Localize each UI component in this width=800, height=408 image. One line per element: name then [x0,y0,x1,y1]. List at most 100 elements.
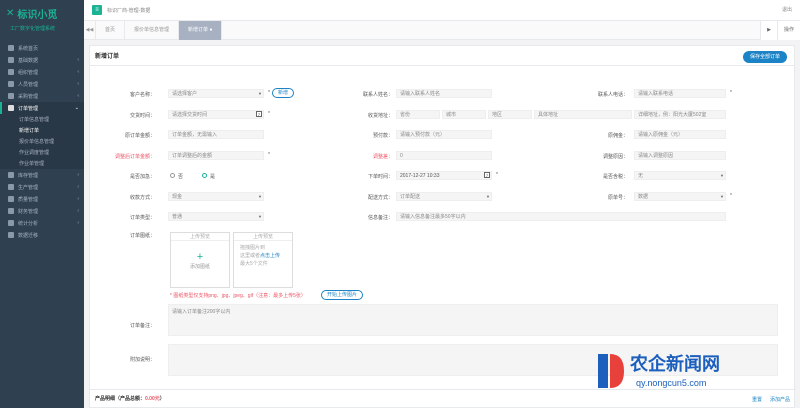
caret-down-icon: ▼ [720,173,724,178]
upload-dropzone[interactable]: 上传预览 拖拽图片到 这里或者点击上传 最大5个文件 [233,232,293,288]
payment-label: 收款方式： [129,195,155,201]
tab-home[interactable]: 首页 [96,20,126,40]
district-select[interactable]: 地区 [488,110,532,119]
database-icon [8,232,14,238]
save-all-button[interactable]: 保存全部订单 [742,51,787,63]
province-select[interactable]: 省份 [396,110,440,119]
delivery-label: 交货时间： [129,113,155,119]
cost-label: 原佣金： [607,133,628,139]
customer-select[interactable]: 请选择客户 [168,89,264,98]
tab-quote[interactable]: 报价单信息管理 [125,20,180,40]
chevron-icon: ‹ [77,57,79,63]
subitem-job[interactable]: 作业单管理 [0,158,84,169]
start-upload-button[interactable]: 开始上传图片 [321,290,364,300]
tax-label: 是否含税： [602,174,628,180]
add-customer-button[interactable]: 新增 [272,88,295,98]
sidebar-item-stock[interactable]: 库存管理 ‹ [0,169,84,181]
calendar-icon[interactable]: 7 [484,172,490,178]
sidebar-item-production[interactable]: 生产管理 ‹ [0,181,84,193]
upload-head: 上传预览 [171,233,229,241]
diff-label: 调整差： [372,154,393,160]
caret-down-icon: ▼ [258,91,262,96]
adjust-amount-input[interactable]: 订单调整后的金额 [168,151,264,160]
add-drawing-text: 添加图纸 [189,264,210,270]
sidebar-item-basic[interactable]: 基础数据 ‹ [0,54,84,66]
address-detail-input[interactable]: 详细地址，例：阳光大厦502室 [634,110,726,119]
prepay-label: 预付款： [372,133,393,139]
tab-ops-button[interactable]: 操作 [776,21,800,40]
reason-input[interactable]: 请输入调整原因 [634,151,726,160]
chevron-icon: ‹ [77,172,79,178]
chevron-icon: ‹ [77,93,79,99]
sidebar-item-finance[interactable]: 财务管理 ‹ [0,205,84,217]
order-type-select[interactable]: 普通 [168,212,264,221]
upload-tip: * 图纸类型仅支持png、jpg、jpeg、gif（注意：最多上传5张） [170,293,306,299]
street-input[interactable]: 具体地址 [534,110,632,119]
diff-input: 0 [396,151,492,160]
extra-label: 附加说明： [129,357,155,363]
order-type-label: 订单类型： [129,215,155,221]
chart-icon [8,220,14,226]
delivery-input[interactable]: 请选择交货时间 [168,110,264,119]
radio-no[interactable] [170,173,175,178]
caret-down-icon: ▼ [258,214,262,219]
subitem-new-order[interactable]: 新增订单 [0,125,84,136]
tab-next-button[interactable]: ▶ [760,21,777,40]
subitem-quote[interactable]: 报价单信息管理 [0,136,84,147]
page-title: 新增订单 [90,46,794,66]
order-time-label: 下单时间： [367,174,393,180]
sidebar-item-staff[interactable]: 人员管理 ‹ [0,78,84,90]
sidebar-item-org[interactable]: 组织管理 ‹ [0,66,84,78]
required-mark: * [730,193,732,199]
sidebar-item-migrate[interactable]: 数据迁移 [0,229,84,241]
sidebar-item-stats[interactable]: 统计分析 ‹ [0,217,84,229]
remark-input[interactable]: 请输入信息备注最多50字以内 [396,212,726,221]
tab-new-order[interactable]: 新增订单 ● [179,20,223,40]
city-select[interactable]: 城市 [442,110,486,119]
sidebar-item-label: 生产管理 [18,184,39,191]
tax-select[interactable]: 无 [634,171,726,180]
subitem-dispatch[interactable]: 作业调度管理 [0,147,84,158]
sidebar: ✕ 标识小觅 工厂数字化管理系统 系统首页 基础数据 ‹ 组织管理 ‹ 人员管理 ‹ 采… [0,0,84,408]
contact-input[interactable]: 请输入联系人姓名 [396,89,492,98]
source-select[interactable]: 数据 [634,192,726,201]
caret-down-icon: ▼ [720,194,724,199]
drop-text-3: 最大5个文件 [240,261,268,267]
note-textarea[interactable]: 请输入订单备注200字以内 [168,304,778,336]
subitem-order-info[interactable]: 订单信息管理 [0,114,84,125]
required-mark: * [496,172,498,178]
tab-label: 新增订单 [188,26,209,33]
prepay-input[interactable]: 请输入预付款（元） [396,130,492,139]
calendar-icon[interactable]: 7 [256,111,262,117]
brand-title: 标识小觅 [17,10,58,21]
cost-input[interactable]: 请输入原佣金（元） [634,130,726,139]
sidebar-item-orders[interactable]: 订单管理 ⌄ [0,102,84,114]
urgent-label: 是否加急： [129,174,155,180]
drawing-label: 订单图纸： [129,233,155,239]
orders-submenu: 订单信息管理 新增订单 报价单信息管理 作业调度管理 作业单管理 [0,114,84,169]
sidebar-item-home[interactable]: 系统首页 [0,42,84,54]
sidebar-item-label: 统计分析 [18,220,39,227]
sidebar-item-purchase[interactable]: 采购管理 ‹ [0,90,84,102]
menu-toggle-icon[interactable]: ≡ [92,5,102,15]
order-time-input[interactable]: 2017-12-27 10:33 [396,171,492,180]
payment-select[interactable]: 现金 [168,192,264,201]
click-upload-link[interactable]: 点击上传 [260,253,280,259]
tab-prev-button[interactable]: ◀◀ [84,20,96,40]
reason-label: 调整原因： [602,154,628,160]
chevron-icon: ‹ [77,184,79,190]
tabbar: ◀◀ 首页 报价单信息管理 新增订单 ● ▶ 操作 [84,20,800,40]
upload-preview-1[interactable]: 上传预览 + 添加图纸 [170,232,230,288]
close-icon[interactable]: ● [209,27,212,33]
chevron-icon: ‹ [77,220,79,226]
required-mark: * [730,90,732,96]
sidebar-item-quality[interactable]: 质量管理 ‹ [0,193,84,205]
logout-link[interactable]: 退出 [782,6,792,13]
phone-input[interactable]: 请输入联系电话 [634,89,726,98]
sidebar-item-label: 系统首页 [18,45,39,52]
shipping-select[interactable]: 订单配送 [396,192,492,201]
brand-subtitle: 工厂数字化管理系统 [10,26,56,32]
radio-yes[interactable] [202,173,207,178]
sidebar-item-label: 订单管理 [18,105,39,112]
required-mark: * [268,152,270,158]
